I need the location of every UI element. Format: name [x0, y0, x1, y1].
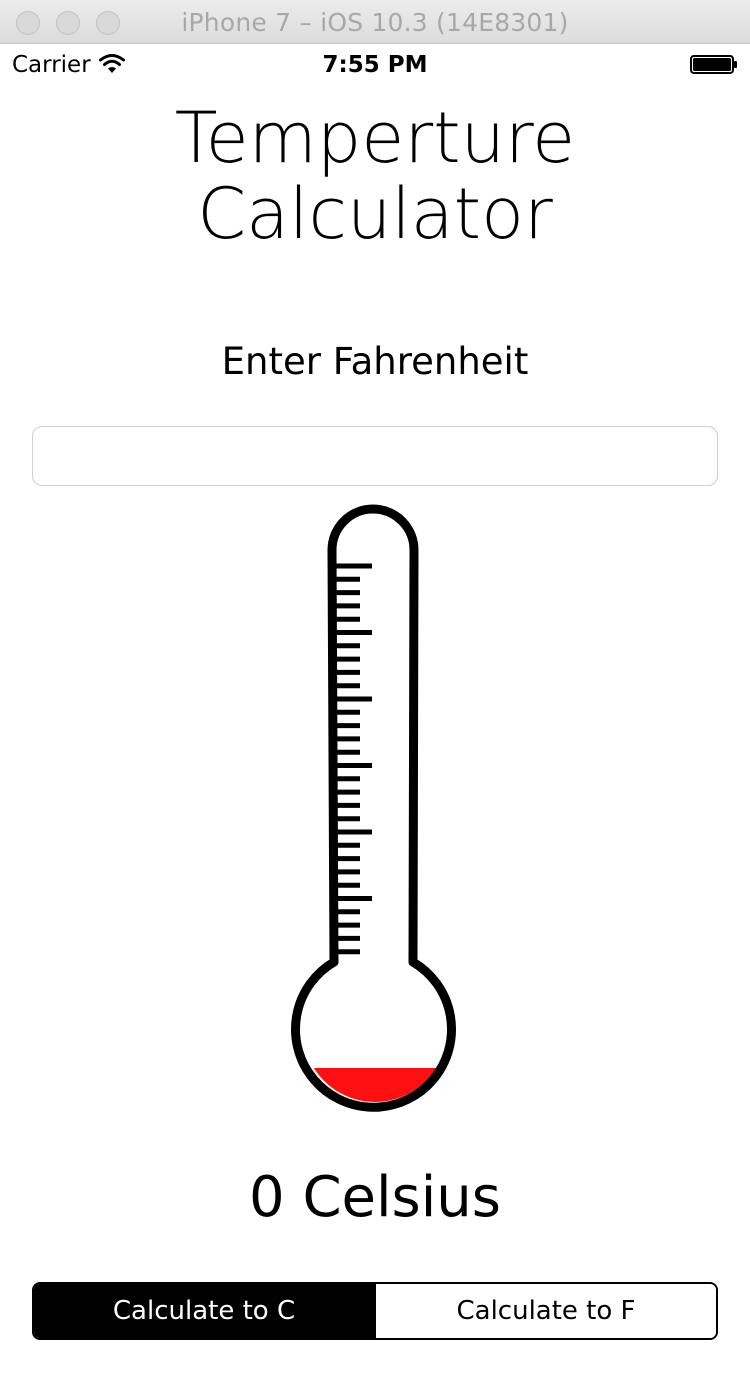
status-bar: Carrier 7:55 PM	[0, 44, 750, 84]
window-title-bar: iPhone 7 – iOS 10.3 (14E8301)	[0, 0, 750, 44]
app-title: Temperture Calculator	[0, 100, 750, 252]
conversion-segmented-control[interactable]: Calculate to C Calculate to F	[32, 1282, 718, 1340]
app-title-line-1: Temperture	[174, 97, 576, 179]
calculate-to-c-segment[interactable]: Calculate to C	[34, 1284, 374, 1338]
thermometer-mercury	[303, 1068, 447, 1102]
calculate-to-f-segment[interactable]: Calculate to F	[374, 1284, 716, 1338]
fahrenheit-input[interactable]	[32, 426, 718, 486]
celsius-result-label: 0 Celsius	[249, 1165, 501, 1230]
thermometer-scale-ticks	[334, 563, 372, 955]
fahrenheit-prompt-label: Enter Fahrenheit	[221, 340, 529, 383]
status-time: 7:55 PM	[322, 52, 428, 78]
window-title: iPhone 7 – iOS 10.3 (14E8301)	[181, 8, 569, 37]
battery-icon	[690, 55, 737, 74]
app-title-line-2: Calculator	[197, 173, 553, 255]
